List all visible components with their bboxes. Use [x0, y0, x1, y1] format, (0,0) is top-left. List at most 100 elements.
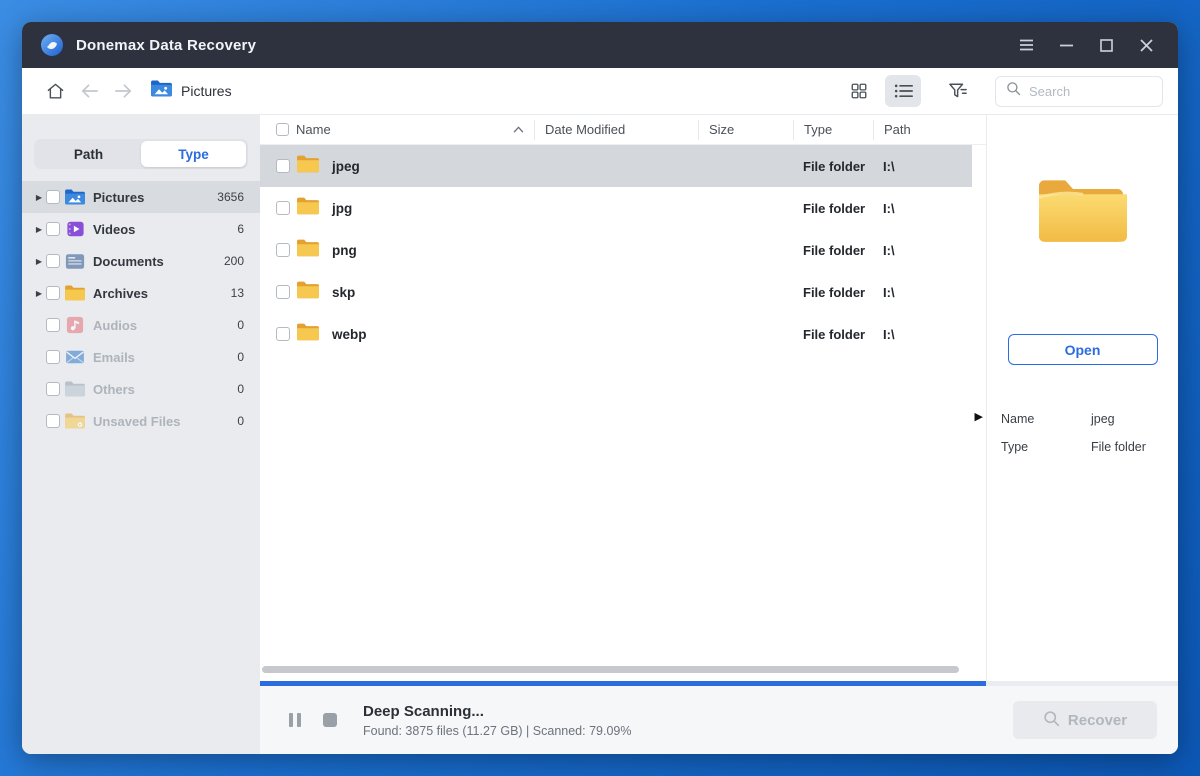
others-checkbox[interactable]	[46, 382, 60, 396]
column-header-path[interactable]: Path	[873, 119, 986, 140]
column-header-size[interactable]: Size	[698, 119, 793, 140]
count-badge: 3656	[217, 190, 244, 204]
window-controls	[1012, 31, 1160, 59]
pictures-checkbox[interactable]	[46, 190, 60, 204]
detail-panel: Open Name jpeg Type File folder	[986, 115, 1178, 681]
column-header-type[interactable]: Type	[793, 119, 873, 140]
sort-ascending-icon[interactable]	[513, 126, 524, 133]
emails-category-icon	[64, 347, 86, 367]
folder-icon	[296, 280, 320, 305]
panel-collapse-handle-icon[interactable]: ▶	[975, 412, 983, 423]
emails-checkbox[interactable]	[46, 350, 60, 364]
minimize-button[interactable]	[1052, 31, 1080, 59]
sidebar-item-videos[interactable]: ▶ Videos 6	[22, 213, 260, 245]
folder-icon	[296, 196, 320, 221]
close-button[interactable]	[1132, 31, 1160, 59]
list-view-button[interactable]	[885, 75, 921, 107]
detail-field-type: Type File folder	[1001, 440, 1146, 454]
preview-folder-icon	[1035, 173, 1131, 256]
horizontal-scrollbar[interactable]	[262, 666, 959, 673]
audios-checkbox[interactable]	[46, 318, 60, 332]
sidebar-tab-switch: Path Type	[34, 139, 248, 169]
file-list-panel: Name Date Modified Size Type Path jpeg F…	[260, 115, 986, 681]
recover-search-icon	[1043, 710, 1060, 731]
expand-arrow-icon[interactable]: ▶	[32, 193, 46, 202]
documents-category-icon	[64, 251, 86, 271]
body: Path Type ▶ Pictures 3656 ▶ Videos 6 ▶ D…	[22, 115, 1178, 754]
file-row-jpg[interactable]: jpg File folder I:\	[260, 187, 986, 229]
recover-button[interactable]: Recover	[1013, 701, 1157, 739]
pictures-folder-icon	[150, 79, 173, 103]
filter-button[interactable]	[943, 76, 973, 106]
folder-icon	[296, 154, 320, 179]
toolbar-right	[841, 75, 1163, 107]
sidebar-item-emails[interactable]: Emails 0	[22, 341, 260, 373]
row-checkbox[interactable]	[276, 327, 290, 341]
expand-arrow-icon[interactable]: ▶	[32, 289, 46, 298]
row-checkbox[interactable]	[276, 243, 290, 257]
unsaved-files-checkbox[interactable]	[46, 414, 60, 428]
menu-icon[interactable]	[1012, 31, 1040, 59]
folder-icon	[296, 322, 320, 347]
file-row-jpeg[interactable]: jpeg File folder I:\	[260, 145, 986, 187]
folder-icon	[296, 238, 320, 263]
videos-checkbox[interactable]	[46, 222, 60, 236]
grid-view-button[interactable]	[841, 75, 877, 107]
sidebar-items: ▶ Pictures 3656 ▶ Videos 6 ▶ Documents 2…	[22, 181, 260, 437]
maximize-button[interactable]	[1092, 31, 1120, 59]
count-badge: 0	[237, 350, 244, 364]
scan-status: Deep Scanning... Found: 3875 files (11.2…	[363, 703, 631, 738]
search-input[interactable]	[1029, 83, 1139, 99]
scan-status-detail: Found: 3875 files (11.27 GB) | Scanned: …	[363, 723, 632, 738]
status-bar: Deep Scanning... Found: 3875 files (11.2…	[260, 686, 1178, 754]
count-badge: 0	[237, 318, 244, 332]
titlebar[interactable]: Donemax Data Recovery	[22, 22, 1178, 68]
select-all-checkbox[interactable]	[276, 123, 289, 136]
unsaved-files-category-icon	[64, 411, 86, 431]
tab-type[interactable]: Type	[141, 141, 246, 167]
file-rows: jpeg File folder I:\ jpg File folder I:\…	[260, 145, 986, 355]
breadcrumb-label[interactable]: Pictures	[181, 83, 232, 99]
file-row-png[interactable]: png File folder I:\	[260, 229, 986, 271]
tab-path[interactable]: Path	[36, 141, 141, 167]
open-button[interactable]: Open	[1007, 334, 1158, 365]
file-row-webp[interactable]: webp File folder I:\	[260, 313, 986, 355]
forward-button[interactable]	[108, 76, 138, 106]
expand-arrow-icon[interactable]: ▶	[32, 257, 46, 266]
sidebar: Path Type ▶ Pictures 3656 ▶ Videos 6 ▶ D…	[22, 115, 260, 754]
sidebar-item-archives[interactable]: ▶ Archives 13	[22, 277, 260, 309]
scan-status-title: Deep Scanning...	[363, 702, 484, 720]
sidebar-item-unsaved-files[interactable]: Unsaved Files 0	[22, 405, 260, 437]
count-badge: 0	[237, 382, 244, 396]
sidebar-item-documents[interactable]: ▶ Documents 200	[22, 245, 260, 277]
audios-category-icon	[64, 315, 86, 335]
detail-field-name: Name jpeg	[1001, 412, 1115, 426]
count-badge: 6	[237, 222, 244, 236]
home-button[interactable]	[40, 76, 70, 106]
row-checkbox[interactable]	[276, 159, 290, 173]
archives-checkbox[interactable]	[46, 286, 60, 300]
column-header-date-modified[interactable]: Date Modified	[534, 119, 698, 140]
search-icon	[1006, 81, 1021, 101]
sidebar-item-pictures[interactable]: ▶ Pictures 3656	[22, 181, 260, 213]
nav-group	[40, 76, 138, 106]
pause-scan-button[interactable]	[289, 713, 301, 727]
archives-category-icon	[64, 283, 86, 303]
desktop-background: Donemax Data Recovery Pictures Search Pa…	[0, 0, 1200, 776]
row-checkbox[interactable]	[276, 285, 290, 299]
sidebar-item-audios[interactable]: Audios 0	[22, 309, 260, 341]
window-title: Donemax Data Recovery	[76, 36, 257, 54]
documents-checkbox[interactable]	[46, 254, 60, 268]
file-row-skp[interactable]: skp File folder I:\	[260, 271, 986, 313]
content-area: Name Date Modified Size Type Path jpeg F…	[260, 115, 1178, 754]
column-header-name[interactable]: Name	[260, 120, 534, 140]
others-category-icon	[64, 379, 86, 399]
app-logo-icon	[40, 33, 64, 57]
stop-scan-button[interactable]	[323, 713, 337, 727]
count-badge: 13	[230, 286, 244, 300]
expand-arrow-icon[interactable]: ▶	[32, 225, 46, 234]
sidebar-item-others[interactable]: Others 0	[22, 373, 260, 405]
back-button[interactable]	[74, 76, 104, 106]
videos-category-icon	[64, 219, 86, 239]
row-checkbox[interactable]	[276, 201, 290, 215]
